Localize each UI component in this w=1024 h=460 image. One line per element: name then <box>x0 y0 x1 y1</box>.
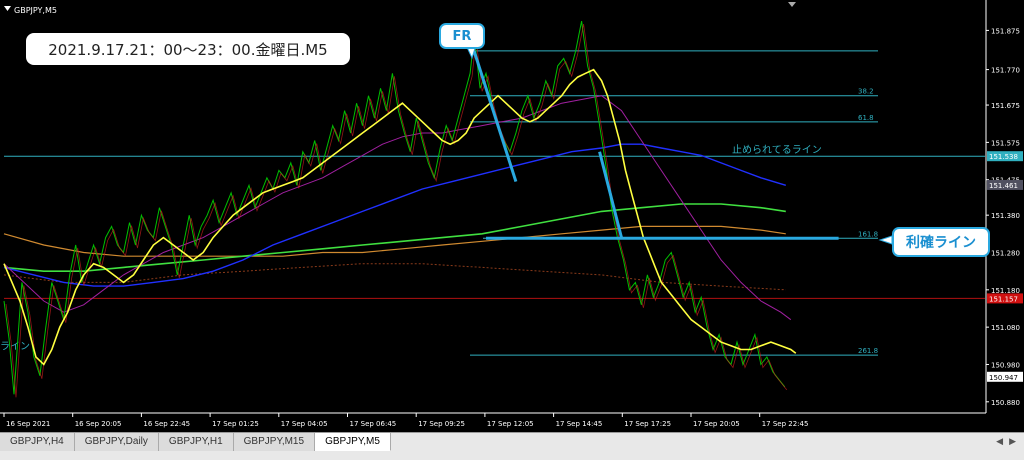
series-blue-ma <box>3 143 787 287</box>
x-tick-label-7: 17 Sep 12:05 <box>487 420 534 428</box>
y-tick-label-3: 151.575 <box>991 139 1020 147</box>
x-tick-label-2: 16 Sep 22:45 <box>143 420 190 428</box>
shift-marker-icon <box>788 2 796 7</box>
x-tick-label-6: 17 Sep 09:25 <box>418 420 465 428</box>
tab-scroll-right-icon[interactable]: ▶ <box>1009 437 1016 447</box>
x-tick-label-1: 16 Sep 20:05 <box>75 420 122 428</box>
trend-drop-line <box>598 151 623 238</box>
y-tick-label-0: 151.875 <box>991 27 1020 35</box>
tab-gbpjpy-m5[interactable]: GBPJPY,M5 <box>315 433 391 451</box>
x-tick-label-0: 16 Sep 2021 <box>6 420 50 428</box>
profit-callout-pointer <box>878 235 893 245</box>
tab-gbpjpy-daily[interactable]: GBPJPY,Daily <box>74 433 159 451</box>
chart-title-box: 2021.9.17.21：00〜23：00.金曜日.M5 <box>26 33 350 65</box>
price-label-0: 151.538 <box>989 153 1018 161</box>
fr-label: FR <box>452 28 472 44</box>
x-tick-label-11: 17 Sep 22:45 <box>762 420 809 428</box>
y-tick-label-8: 151.080 <box>991 324 1020 332</box>
stopped-line-label: 止められてるライン <box>732 144 822 156</box>
left-line-label: ライン <box>0 341 30 353</box>
status-bar <box>0 451 1024 460</box>
trend-fr-line <box>472 50 518 183</box>
tab-gbpjpy-h4[interactable]: GBPJPY,H4 <box>0 433 75 451</box>
y-tick-label-2: 151.675 <box>991 102 1020 110</box>
chart-title-text: 2021.9.17.21：00〜23：00.金曜日.M5 <box>48 40 328 59</box>
price-label-1: 151.461 <box>989 182 1018 190</box>
fib-level-label-2: 61.8 <box>858 114 874 122</box>
x-tick-label-3: 17 Sep 01:25 <box>212 420 259 428</box>
symbol-dropdown-icon <box>4 6 11 11</box>
y-tick-label-1: 151.770 <box>991 67 1020 75</box>
series-yellow-ma <box>3 68 797 366</box>
fib-level-label-1: 38.2 <box>858 88 874 96</box>
symbol-label: GBPJPY,M5 <box>14 6 57 15</box>
tab-gbpjpy-h1[interactable]: GBPJPY,H1 <box>158 433 234 451</box>
profit-line-callout: 利確ライン <box>892 227 990 257</box>
x-tick-label-5: 17 Sep 06:45 <box>350 420 397 428</box>
x-tick-label-4: 17 Sep 04:05 <box>281 420 328 428</box>
price-label-2: 151.157 <box>989 295 1018 303</box>
chart-tab-bar: GBPJPY,H4 GBPJPY,Daily GBPJPY,H1 GBPJPY,… <box>0 432 1024 451</box>
y-tick-label-6: 151.280 <box>991 249 1020 257</box>
fib-level-label-4: 261.8 <box>858 347 878 355</box>
x-tick-label-9: 17 Sep 17:25 <box>624 420 671 428</box>
y-tick-label-9: 150.980 <box>991 361 1020 369</box>
x-tick-label-10: 17 Sep 20:05 <box>693 420 740 428</box>
price-label-3: 150.947 <box>989 374 1018 382</box>
x-tick-label-8: 17 Sep 14:45 <box>556 420 603 428</box>
y-tick-label-10: 150.880 <box>991 399 1020 407</box>
profit-line-label: 利確ライン <box>906 235 976 251</box>
tab-gbpjpy-m15[interactable]: GBPJPY,M15 <box>233 433 316 451</box>
series-price-shadow <box>5 24 788 398</box>
tab-scroll-controls: ◀ ▶ <box>996 433 1024 451</box>
fib-level-label-3: 161.8 <box>858 230 878 238</box>
fr-callout: FR <box>439 23 485 49</box>
tab-scroll-left-icon[interactable]: ◀ <box>996 437 1003 447</box>
y-tick-label-5: 151.380 <box>991 212 1020 220</box>
